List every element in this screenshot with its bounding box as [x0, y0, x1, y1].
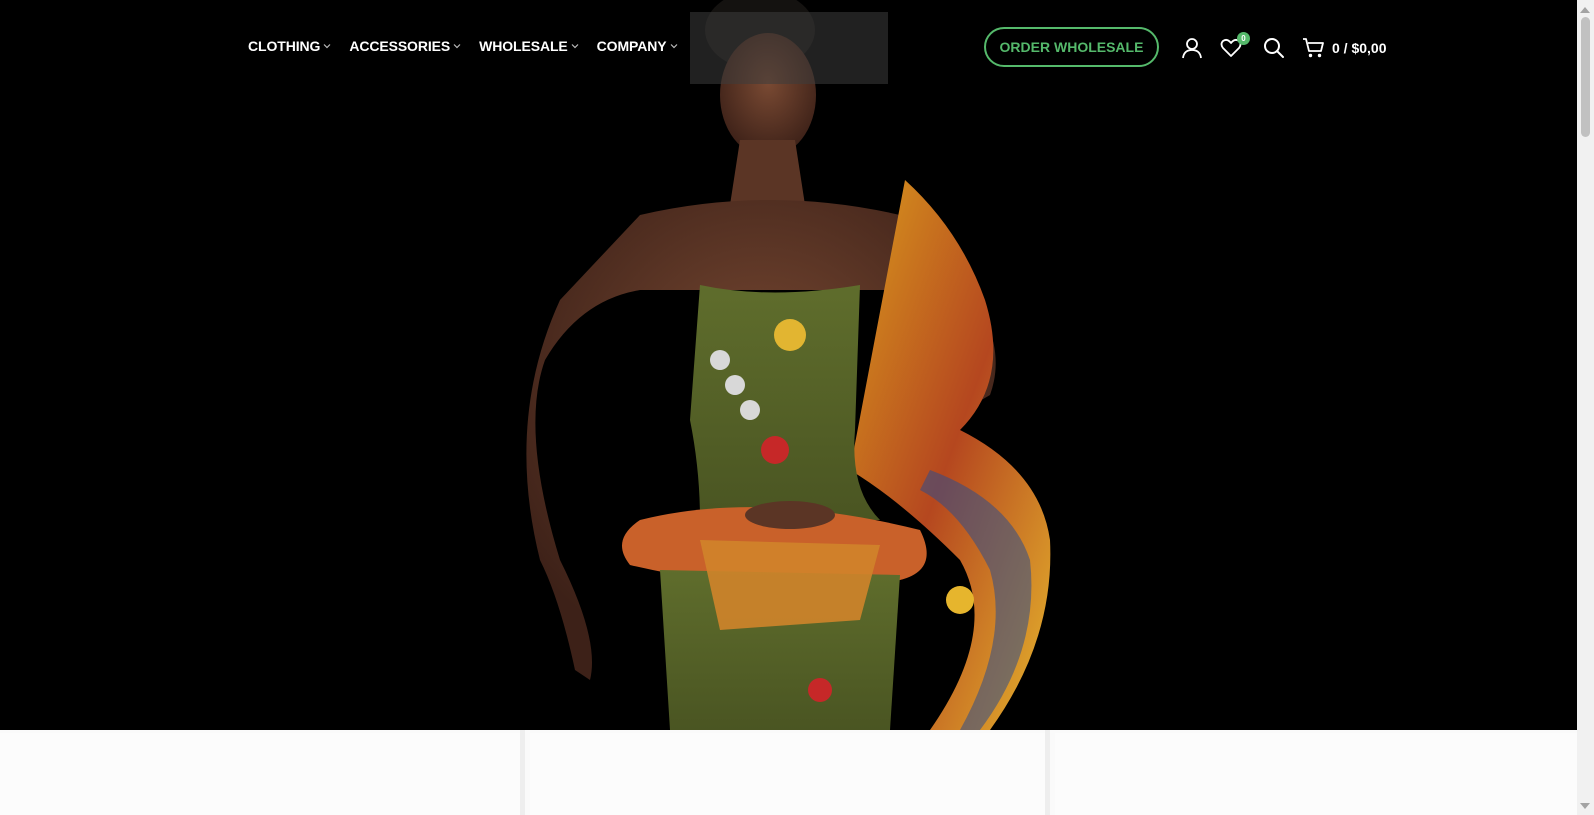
chevron-down-icon: [670, 44, 677, 49]
card-divider: [1045, 730, 1050, 815]
wishlist-button[interactable]: 0: [1217, 32, 1250, 62]
site-logo[interactable]: [690, 12, 888, 84]
chevron-down-icon: [323, 44, 331, 49]
site-header: CLOTHING ACCESSORIES WHOLESALE COMPANY O…: [0, 0, 1577, 96]
cart-button[interactable]: 0 / $0,00: [1302, 37, 1387, 59]
hero-model-image: [526, 0, 1051, 730]
nav-item-label: ACCESSORIES: [349, 38, 451, 54]
page: CLOTHING ACCESSORIES WHOLESALE COMPANY O…: [0, 0, 1577, 815]
nav-item-label: WHOLESALE: [479, 38, 568, 54]
featured-cards-section: [0, 730, 1577, 815]
chevron-down-icon: [453, 44, 461, 49]
feature-card[interactable]: [530, 733, 1045, 815]
account-icon: [1182, 38, 1202, 59]
scroll-up-arrow-icon[interactable]: [1580, 7, 1590, 13]
feature-card[interactable]: [1055, 733, 1577, 815]
card-divider: [520, 730, 525, 815]
nav-item-company[interactable]: COMPANY: [597, 38, 678, 54]
page-scrollbar[interactable]: [1577, 0, 1594, 815]
scroll-down-arrow-icon[interactable]: [1580, 803, 1590, 809]
feature-card[interactable]: [0, 733, 520, 815]
scrollbar-thumb[interactable]: [1581, 17, 1590, 137]
cart-total: 0 / $0,00: [1332, 40, 1387, 56]
chevron-down-icon: [571, 44, 579, 49]
search-button[interactable]: [1260, 34, 1288, 62]
nav-item-clothing[interactable]: CLOTHING: [248, 38, 331, 54]
nav-item-label: COMPANY: [596, 38, 667, 54]
main-navigation: CLOTHING ACCESSORIES WHOLESALE COMPANY: [248, 38, 678, 54]
nav-item-wholesale[interactable]: WHOLESALE: [479, 38, 579, 54]
hero-banner: [0, 0, 1577, 730]
nav-item-label: CLOTHING: [248, 38, 321, 54]
header-actions: 0 0 / $0,00: [1178, 32, 1387, 62]
order-wholesale-button[interactable]: ORDER WHOLESALE: [984, 27, 1159, 67]
search-icon: [1264, 38, 1284, 58]
cart-icon: [1303, 38, 1324, 58]
nav-item-accessories[interactable]: ACCESSORIES: [349, 38, 461, 54]
account-button[interactable]: [1178, 34, 1206, 62]
wishlist-count-badge: 0: [1237, 32, 1250, 45]
